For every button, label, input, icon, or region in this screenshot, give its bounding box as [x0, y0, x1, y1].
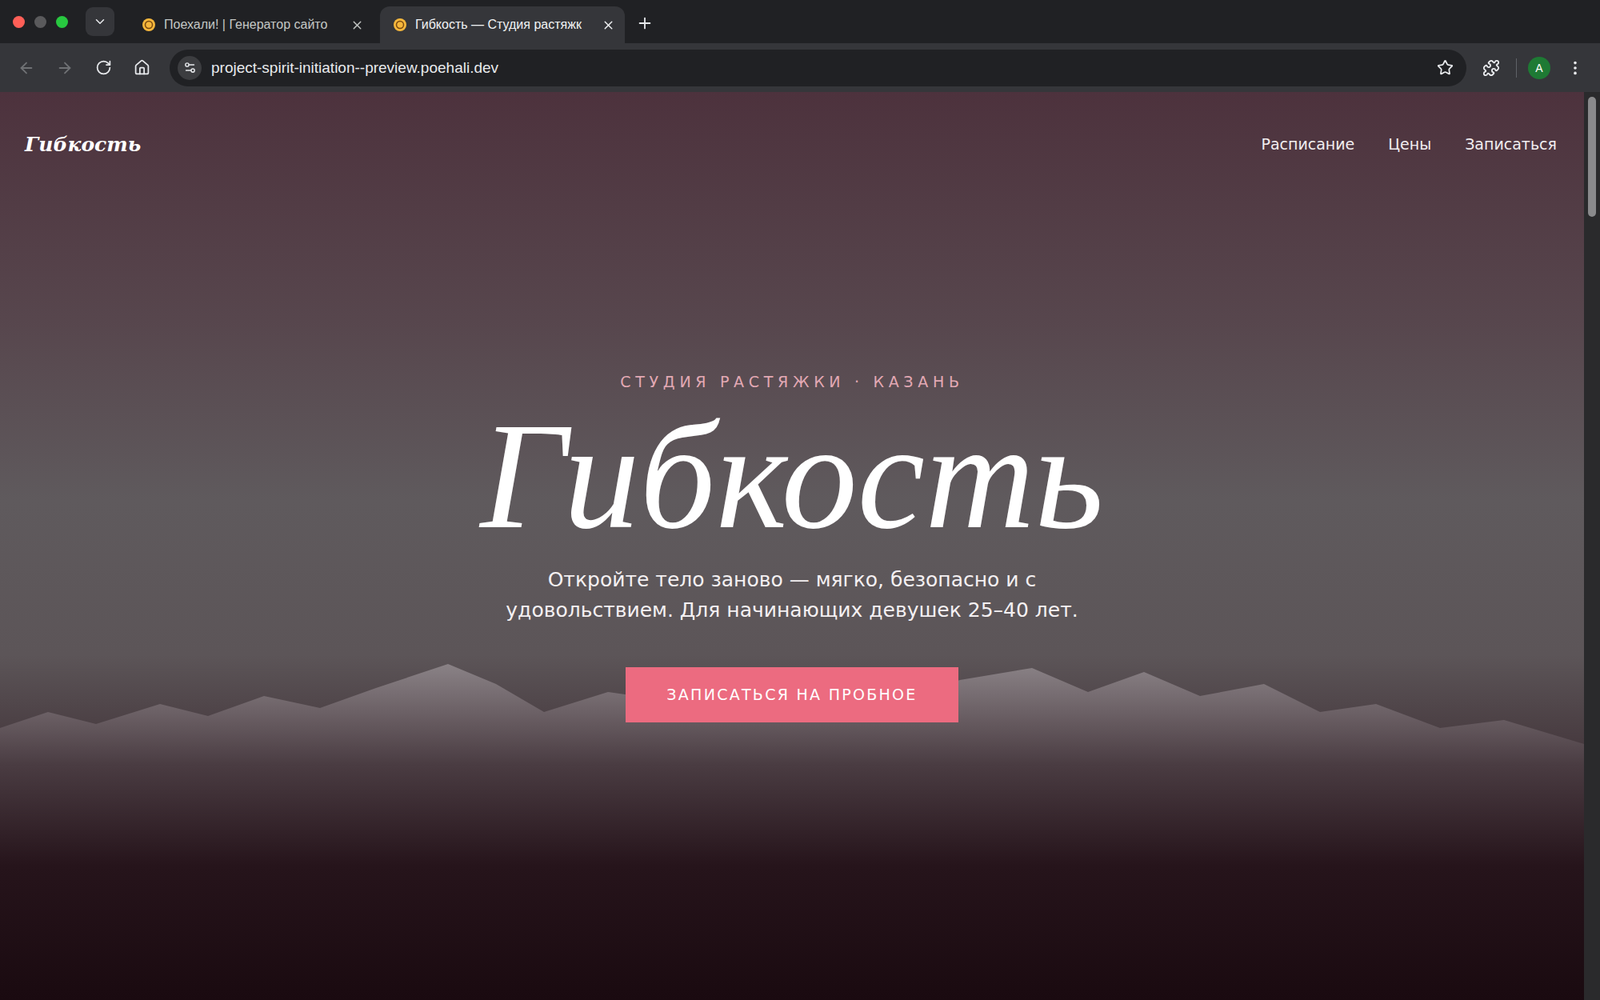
plus-icon — [636, 14, 654, 32]
profile-avatar[interactable]: A — [1528, 56, 1551, 80]
star-icon — [1436, 59, 1454, 76]
tab-strip: Поехали! | Генератор сайто Гибкость — Сту… — [0, 0, 1600, 44]
favicon-icon — [141, 17, 156, 32]
address-bar[interactable]: project-spirit-initiation--preview.poeha… — [169, 49, 1467, 87]
toolbar-divider — [1516, 58, 1517, 78]
close-icon — [601, 18, 616, 32]
home-button[interactable] — [128, 54, 156, 82]
extensions-button[interactable] — [1477, 54, 1505, 82]
forward-button[interactable] — [51, 54, 79, 82]
hero-eyebrow: СТУДИЯ РАСТЯЖКИ · КАЗАНЬ — [620, 372, 964, 391]
window-controls — [12, 16, 68, 28]
trial-signup-button[interactable]: ЗАПИСАТЬСЯ НА ПРОБНОЕ — [625, 667, 959, 723]
menu-button[interactable] — [1561, 54, 1589, 82]
hero-section: Гибкость Расписание Цены Записаться СТУДИЯ Р… — [0, 92, 1584, 1000]
nav-link[interactable]: Расписание — [1260, 135, 1355, 153]
back-button[interactable] — [12, 54, 40, 82]
tab-title: Поехали! | Генератор сайто — [164, 17, 343, 32]
reload-button[interactable] — [89, 54, 117, 82]
browser-window: Поехали! | Генератор сайто Гибкость — Сту… — [0, 0, 1600, 1000]
site-info-button[interactable] — [177, 56, 202, 80]
reload-icon — [95, 59, 112, 76]
page-viewport: Гибкость Расписание Цены Записаться СТУДИЯ Р… — [0, 92, 1600, 1000]
tab-close-button[interactable] — [601, 18, 616, 32]
tab-close-button[interactable] — [350, 18, 364, 32]
close-icon — [350, 18, 364, 32]
bookmark-button[interactable] — [1436, 59, 1454, 76]
scrollbar-thumb[interactable] — [1588, 96, 1596, 217]
page-scrollbar[interactable] — [1584, 92, 1600, 1000]
tab-title: Гибкость — Студия растяжк — [415, 17, 594, 32]
more-icon — [1566, 59, 1584, 77]
browser-tab[interactable]: Гибкость — Студия растяжк — [380, 6, 625, 44]
hero-content: СТУДИЯ РАСТЯЖКИ · КАЗАНЬ Гибкость Откройте… — [0, 172, 1584, 1000]
site-header: Гибкость Расписание Цены Записаться — [0, 92, 1584, 172]
address-text[interactable]: project-spirit-initiation--preview.poeha… — [211, 59, 1428, 77]
arrow-right-icon — [56, 59, 74, 77]
chevron-down-icon — [92, 14, 108, 29]
close-window-button[interactable] — [12, 16, 25, 28]
home-icon — [133, 59, 151, 76]
hero-subtitle: Откройте тело заново — мягко, безопасно … — [480, 564, 1104, 626]
tab-search-button[interactable] — [85, 7, 115, 36]
favicon-icon — [392, 17, 408, 32]
minimize-window-button[interactable] — [34, 16, 47, 28]
hero-title: Гибкость — [480, 396, 1104, 557]
zoom-window-button[interactable] — [56, 16, 68, 28]
arrow-left-icon — [17, 59, 36, 77]
site-nav: Расписание Цены Записаться — [1260, 135, 1557, 153]
new-tab-button[interactable] — [631, 9, 659, 37]
site-logo[interactable]: Гибкость — [24, 132, 141, 156]
puzzle-icon — [1482, 59, 1500, 77]
nav-link[interactable]: Записаться — [1464, 135, 1557, 153]
browser-tab[interactable]: Поехали! | Генератор сайто — [128, 6, 374, 44]
site-settings-icon — [183, 60, 197, 75]
nav-link[interactable]: Цены — [1388, 135, 1432, 153]
toolbar: project-spirit-initiation--preview.poeha… — [0, 43, 1600, 92]
